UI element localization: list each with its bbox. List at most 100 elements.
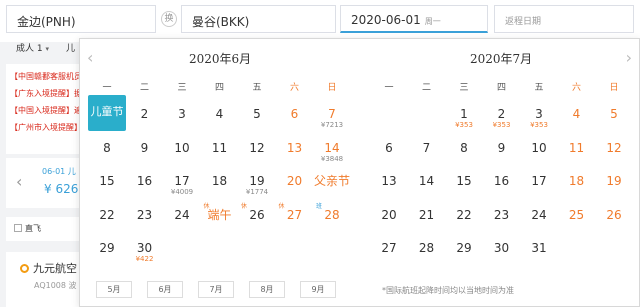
calendar-day-selected[interactable]: 儿童节 bbox=[88, 95, 126, 131]
calendar-day[interactable]: 15 bbox=[445, 172, 483, 205]
calendar-day[interactable]: 15 bbox=[88, 172, 126, 205]
arrival-city-input[interactable]: 曼谷(BKK) bbox=[181, 5, 336, 33]
calendar-day[interactable]: 6 bbox=[370, 139, 408, 172]
calendar-day[interactable]: 25 bbox=[558, 206, 596, 239]
day-number: 父亲节 bbox=[313, 174, 350, 188]
return-date-input[interactable]: 返程日期 bbox=[494, 5, 634, 33]
passenger-child-label: 儿 bbox=[66, 44, 76, 54]
calendar-day[interactable]: 24 bbox=[163, 206, 201, 239]
calendar-day[interactable]: 父亲节 bbox=[313, 172, 351, 205]
passenger-selector[interactable]: 成人 1 ▾ bbox=[16, 41, 49, 54]
calendar-day[interactable]: 10 bbox=[520, 139, 558, 172]
chevron-left-icon[interactable]: ‹ bbox=[16, 172, 22, 191]
calendar-day[interactable]: 16 bbox=[483, 172, 521, 205]
calendar-day[interactable]: 10 bbox=[163, 139, 201, 172]
calendar-day[interactable]: 4 bbox=[201, 105, 239, 138]
calendar-day[interactable]: 12 bbox=[595, 139, 633, 172]
weekday-header: 三 bbox=[177, 83, 187, 93]
calendar-day[interactable]: 6 bbox=[276, 105, 314, 138]
notice-list: 【中国赣鄱客服机员 【广东入境提醒】据 【中国入境提醒】遍 【广州市入境提醒】 bbox=[6, 64, 80, 154]
calendar-day[interactable]: 9 bbox=[126, 139, 164, 172]
calendar-day[interactable]: 7 bbox=[408, 139, 446, 172]
strip-date[interactable]: 06-01 儿 bbox=[42, 166, 76, 177]
calendar-day[interactable]: 7 ¥7213 bbox=[313, 105, 351, 138]
notice-link[interactable]: 【中国入境提醒】遍 bbox=[10, 102, 80, 119]
swap-cities-button[interactable]: 换 bbox=[161, 11, 177, 27]
chevron-left-icon[interactable]: ‹ bbox=[87, 48, 93, 67]
calendar-day[interactable]: 31 bbox=[520, 239, 558, 272]
calendar-day[interactable]: 2 bbox=[126, 105, 164, 138]
calendar-day[interactable]: 5 bbox=[595, 105, 633, 138]
calendar-day[interactable]: 29 bbox=[445, 239, 483, 272]
calendar-day[interactable]: 24 bbox=[520, 206, 558, 239]
checkbox-icon[interactable] bbox=[14, 224, 22, 232]
day-number: 22 bbox=[456, 207, 472, 222]
calendar-day[interactable]: 16 bbox=[126, 172, 164, 205]
calendar-day[interactable]: 22 bbox=[88, 206, 126, 239]
calendar-day[interactable]: 27 bbox=[370, 239, 408, 272]
calendar-day[interactable]: 17 bbox=[520, 172, 558, 205]
calendar-day[interactable]: 14 ¥3848 bbox=[313, 139, 351, 172]
departure-city-input[interactable]: 金边(PNH) bbox=[6, 5, 156, 33]
calendar-day[interactable]: 8 bbox=[88, 139, 126, 172]
calendar-day[interactable]: 3 bbox=[163, 105, 201, 138]
calendar-day[interactable]: 20 bbox=[276, 172, 314, 205]
calendar-day[interactable]: 14 bbox=[408, 172, 446, 205]
calendar-day[interactable]: 3 ¥353 bbox=[520, 105, 558, 138]
calendar-day[interactable]: 18 bbox=[558, 172, 596, 205]
holiday-tag: 休 bbox=[241, 202, 248, 210]
calendar-day[interactable]: 19 bbox=[595, 172, 633, 205]
calendar-day[interactable]: 26 bbox=[595, 206, 633, 239]
calendar-day[interactable]: 11 bbox=[201, 139, 239, 172]
day-number: 15 bbox=[456, 174, 472, 188]
notice-link[interactable]: 【广东入境提醒】据 bbox=[10, 85, 80, 102]
calendar-day[interactable]: 23 bbox=[483, 206, 521, 239]
passenger-child-selector[interactable]: 儿 bbox=[66, 41, 75, 54]
calendar-day[interactable]: 18 bbox=[201, 172, 239, 205]
calendar-day[interactable]: 30 bbox=[483, 239, 521, 272]
calendar-day[interactable]: 4 bbox=[558, 105, 596, 138]
calendar-day[interactable]: 21 bbox=[408, 206, 446, 239]
notice-link[interactable]: 【广州市入境提醒】 bbox=[10, 119, 80, 136]
calendar-day[interactable]: 9 bbox=[483, 139, 521, 172]
calendar-day[interactable]: 23 bbox=[126, 206, 164, 239]
calendar-day[interactable]: 22 bbox=[445, 206, 483, 239]
calendar-day[interactable]: 28 班 bbox=[313, 203, 351, 239]
calendar-day[interactable]: 30 ¥422 bbox=[126, 239, 164, 272]
day-number: 22 bbox=[99, 207, 115, 222]
day-number: 12 bbox=[606, 140, 622, 155]
flight-result-item[interactable]: 九元航空 AQ1008 波 bbox=[6, 252, 80, 307]
day-number: 4 bbox=[215, 107, 224, 121]
month-jump-button[interactable]: 8月 bbox=[249, 281, 285, 298]
calendar-day[interactable]: 13 bbox=[276, 139, 314, 172]
calendar-day[interactable]: 28 bbox=[408, 239, 446, 272]
month-jump-button[interactable]: 6月 bbox=[147, 281, 183, 298]
direct-flight-filter[interactable]: 直飞 bbox=[6, 217, 80, 241]
day-number: 5 bbox=[610, 107, 618, 121]
day-number: 19 bbox=[606, 174, 622, 188]
departure-date-input[interactable]: 2020-06-01 周一 bbox=[340, 5, 488, 33]
notice-link[interactable]: 【中国赣鄱客服机员 bbox=[10, 68, 80, 85]
calendar-day[interactable]: 2 ¥353 bbox=[483, 105, 521, 138]
month-jump-button[interactable]: 7月 bbox=[198, 281, 234, 298]
calendar-day[interactable]: 20 bbox=[370, 206, 408, 239]
month-jump-button[interactable]: 9月 bbox=[300, 281, 336, 298]
day-number: 16 bbox=[493, 174, 510, 188]
day-number: 2 bbox=[497, 107, 506, 121]
calendar-day[interactable]: 29 bbox=[88, 239, 126, 272]
calendar-day[interactable]: 5 bbox=[238, 105, 276, 138]
calendar-day[interactable]: 端午休 bbox=[201, 203, 239, 239]
calendar-day[interactable]: 8 bbox=[445, 139, 483, 172]
calendar-day[interactable]: 1 ¥353 bbox=[445, 105, 483, 138]
calendar-day[interactable]: 19 ¥1774 bbox=[238, 172, 276, 205]
weekday-header: 五 bbox=[252, 83, 262, 93]
calendar-day[interactable]: 17 ¥4009 bbox=[163, 172, 201, 205]
calendar-day[interactable]: 27 休 bbox=[276, 203, 314, 239]
chevron-right-icon[interactable]: › bbox=[626, 48, 632, 67]
day-number: 25 bbox=[568, 207, 585, 222]
calendar-day[interactable]: 26 休 bbox=[238, 202, 276, 239]
calendar-day[interactable]: 11 bbox=[558, 139, 596, 172]
calendar-day[interactable]: 13 bbox=[370, 172, 408, 205]
calendar-day[interactable]: 12 bbox=[238, 139, 276, 172]
month-jump-button[interactable]: 5月 bbox=[96, 281, 132, 298]
